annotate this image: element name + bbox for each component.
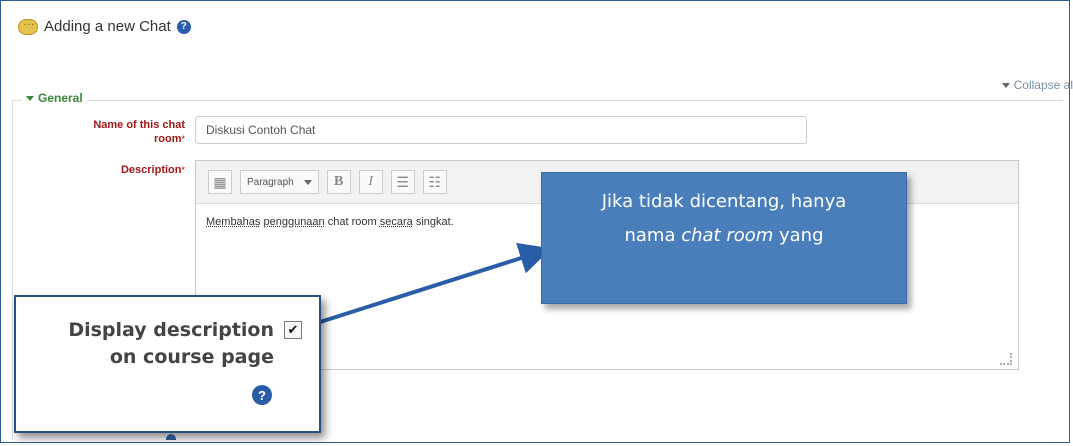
required-mark: * [181, 134, 185, 144]
page-title-text: Adding a new Chat [44, 18, 171, 35]
paragraph-format-select[interactable]: Paragraph [240, 170, 319, 194]
display-description-checkbox[interactable]: ✔ [284, 321, 302, 339]
decorative-dot [166, 434, 176, 440]
content-word: chat room [327, 216, 377, 228]
bold-button[interactable]: B [326, 170, 351, 194]
required-mark: * [181, 165, 185, 175]
toolbar-toggle-icon[interactable]: ▦ [208, 170, 232, 194]
italic-button[interactable]: I [358, 170, 383, 194]
display-description-line2: on course page [109, 346, 274, 368]
description-field-label: Description* [30, 163, 185, 177]
callout-line2-pre: nama [624, 225, 682, 246]
callout-line2-emphasis: chat room [681, 225, 774, 246]
callout-line1: Jika tidak dicentang, hanya [601, 191, 847, 212]
paragraph-format-label: Paragraph [247, 176, 294, 188]
callout-line2: nama chat room yang [542, 219, 906, 253]
callout-line2-post: yang [773, 225, 824, 246]
collapse-all-label[interactable]: Collapse al [1014, 78, 1073, 92]
description-label: Description [120, 164, 182, 176]
help-icon[interactable]: ? [176, 19, 191, 34]
chevron-down-icon [303, 179, 312, 185]
collapse-all-link[interactable]: Collapse al [1001, 78, 1073, 92]
content-word: secara [379, 216, 413, 228]
chat-room-name-value: Diskusi Contoh Chat [206, 123, 316, 137]
name-label-line2: room [153, 133, 182, 145]
zoomed-display-description-option: Display description on course page ✔ ? [14, 295, 321, 433]
content-word: singkat. [415, 216, 454, 228]
section-legend-label[interactable]: General [38, 91, 83, 105]
content-word: penggunaan [263, 216, 325, 228]
chat-icon [18, 14, 38, 35]
numbered-list-icon[interactable]: ☷ [422, 170, 447, 194]
bullet-list-icon[interactable]: ☰ [390, 170, 415, 194]
resize-grip-icon[interactable] [1000, 353, 1012, 365]
name-label-line1: Name of this chat [93, 119, 185, 131]
annotation-callout: Jika tidak dicentang, hanya nama chat ro… [541, 172, 907, 304]
collapse-triangle-icon [1001, 82, 1010, 88]
help-icon[interactable]: ? [252, 385, 272, 405]
content-word: Membahas [206, 216, 261, 228]
section-legend-general[interactable]: General [22, 91, 87, 105]
display-description-line1: Display description [68, 319, 274, 341]
page-title: Adding a new Chat ? [18, 14, 191, 35]
name-field-label: Name of this chat room* [30, 118, 185, 146]
section-toggle-icon [26, 95, 34, 101]
display-description-label: Display description on course page [24, 317, 274, 371]
chat-room-name-input[interactable]: Diskusi Contoh Chat [195, 116, 807, 144]
